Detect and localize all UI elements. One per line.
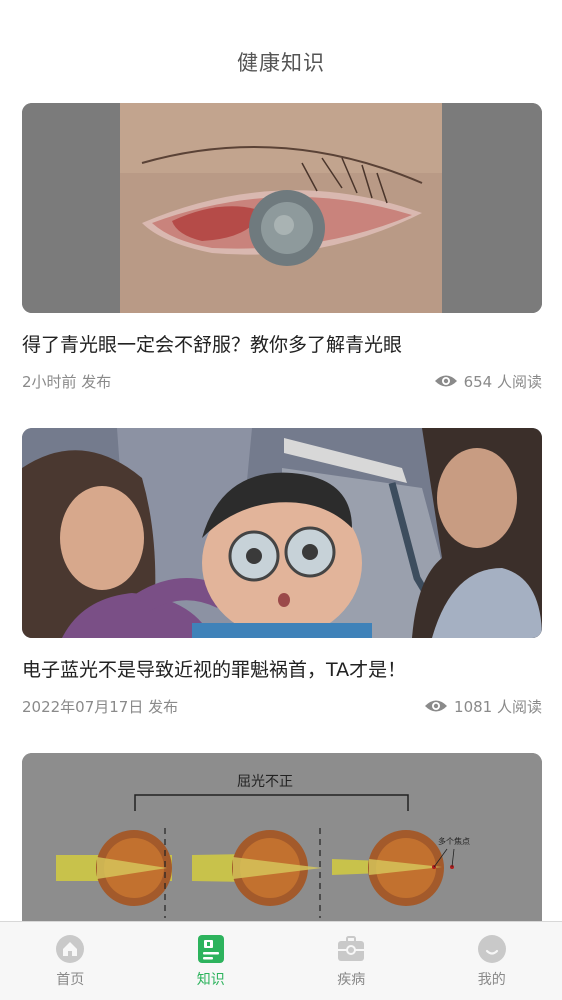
tab-label: 知识 bbox=[196, 972, 225, 988]
tab-disease[interactable]: 疾病 bbox=[281, 922, 422, 1000]
read-count: 1081 人阅读 bbox=[424, 696, 542, 717]
eye-icon bbox=[425, 700, 448, 712]
home-icon bbox=[55, 934, 85, 964]
tab-profile[interactable]: 我的 bbox=[422, 922, 562, 1000]
article-thumbnail-red-eye[interactable] bbox=[22, 103, 542, 313]
knowledge-icon bbox=[196, 934, 226, 964]
publish-time: 2022年07月17日 发布 bbox=[22, 697, 179, 716]
profile-icon bbox=[477, 934, 507, 964]
article-thumbnail-eye-exam[interactable] bbox=[22, 428, 542, 638]
bottom-tab-bar: 首页 知识 疾病 我的 bbox=[0, 921, 562, 1000]
article-title[interactable]: 电子蓝光不是导致近视的罪魁祸首，TA才是！ bbox=[22, 655, 542, 685]
diagram-heading: 屈光不正 bbox=[237, 774, 293, 790]
read-count-text: 654 人阅读 bbox=[463, 372, 542, 391]
red-eye-image bbox=[22, 103, 542, 313]
page-header: 健康知识 bbox=[0, 0, 562, 100]
eye-icon bbox=[434, 375, 457, 387]
page-title: 健康知识 bbox=[237, 51, 325, 75]
article-card[interactable]: 电子蓝光不是导致近视的罪魁祸首，TA才是！ 2022年07月17日 发布 108… bbox=[22, 428, 542, 753]
tab-label: 我的 bbox=[477, 972, 506, 988]
tab-home[interactable]: 首页 bbox=[0, 922, 141, 1000]
tab-label: 疾病 bbox=[337, 972, 366, 988]
article-title[interactable]: 得了青光眼一定会不舒服？教你多了解青光眼 bbox=[22, 330, 542, 360]
read-count-text: 1081 人阅读 bbox=[454, 697, 542, 716]
diagram-note: 多个焦点 bbox=[438, 836, 470, 846]
medical-kit-icon bbox=[336, 934, 366, 964]
article-card[interactable]: 得了青光眼一定会不舒服？教你多了解青光眼 2小时前 发布 654 人阅读 bbox=[22, 103, 542, 428]
article-feed[interactable]: 得了青光眼一定会不舒服？教你多了解青光眼 2小时前 发布 654 人阅读 电子蓝… bbox=[22, 103, 542, 963]
tab-knowledge[interactable]: 知识 bbox=[141, 922, 282, 1000]
read-count: 654 人阅读 bbox=[434, 371, 542, 392]
publish-time: 2小时前 发布 bbox=[22, 372, 112, 391]
eye-exam-image bbox=[22, 428, 542, 638]
article-meta: 2022年07月17日 发布 1081 人阅读 bbox=[22, 694, 542, 718]
tab-label: 首页 bbox=[56, 972, 85, 988]
article-meta: 2小时前 发布 654 人阅读 bbox=[22, 369, 542, 393]
